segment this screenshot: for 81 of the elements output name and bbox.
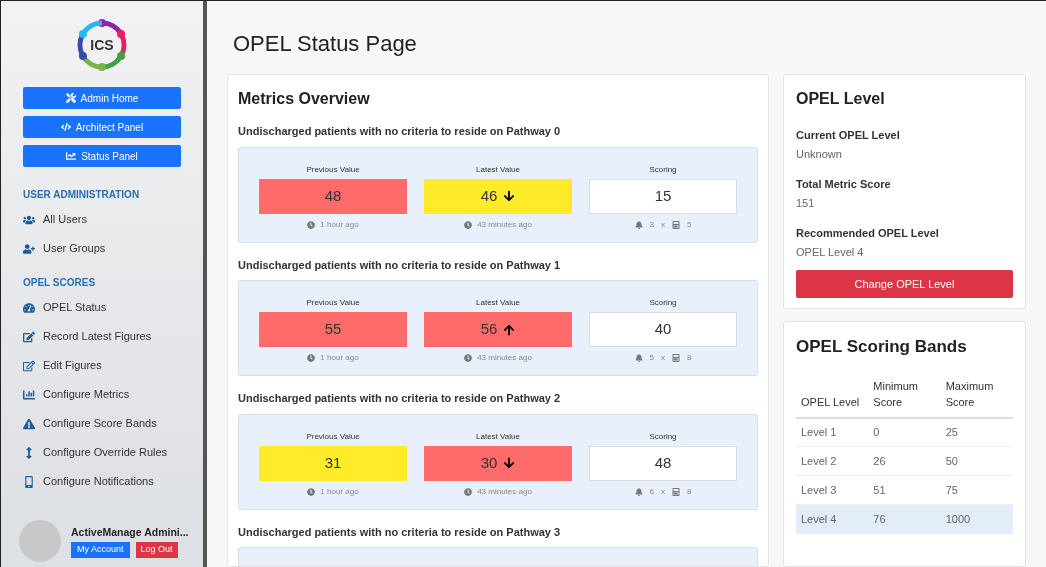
nav-link[interactable]: OPEL Status xyxy=(23,293,181,322)
field-value: Unknown xyxy=(796,146,843,162)
multiply-sign: x xyxy=(661,218,665,231)
metric-label: Undischarged patients with no criteria to reside on Pathway 2 xyxy=(238,391,562,406)
value-heading: Latest Value xyxy=(476,297,520,309)
table-cell: 51 xyxy=(868,475,941,505)
nav-link[interactable]: Record Latest Figures xyxy=(23,322,181,351)
card-title: Metrics Overview xyxy=(238,89,371,109)
table-cell: Level 2 xyxy=(796,446,869,476)
score-text: 8 xyxy=(687,485,692,498)
table-cell: 25 xyxy=(940,417,1013,447)
nav-link[interactable]: Configure Metrics xyxy=(23,380,181,409)
card-title: OPEL Level xyxy=(796,89,886,109)
user-name: ActiveManage Admini... xyxy=(71,524,189,539)
table-cell: Level 3 xyxy=(796,475,869,505)
page-title: OPEL Status Page xyxy=(233,30,418,58)
weight-text: 5 xyxy=(649,352,654,364)
time-text: 1 hour ago xyxy=(320,352,359,364)
value-text: 46 xyxy=(480,185,498,206)
score-box: 48 xyxy=(589,445,737,481)
metric-label: Undischarged patients with no criteria to reside on Pathway 3 xyxy=(238,524,562,540)
metric-label: Undischarged patients with no criteria to reside on Pathway 1 xyxy=(238,257,562,273)
time-text: 43 minutes ago xyxy=(477,352,532,364)
logout-button[interactable]: Log Out xyxy=(135,541,178,558)
nav-link[interactable]: Edit Figures xyxy=(23,351,181,380)
weight-text: 3 xyxy=(649,218,654,231)
section-heading: USER ADMINISTRATION xyxy=(23,187,141,202)
field-label: Total Metric Score xyxy=(796,177,892,192)
score-box: 40 xyxy=(589,312,737,347)
value-text: 48 xyxy=(324,185,342,206)
table-cell: 75 xyxy=(940,475,1013,505)
nav-button[interactable]: Architect Panel xyxy=(23,116,181,138)
nav-link[interactable]: Configure Score Bands xyxy=(23,409,181,438)
value-heading: Scoring xyxy=(649,297,677,309)
account-button[interactable]: My Account xyxy=(71,541,130,558)
time-text: 43 minutes ago xyxy=(477,218,532,231)
value-heading: Previous Value xyxy=(306,163,360,176)
table-cell: Level 1 xyxy=(796,417,869,447)
table-cell: 26 xyxy=(868,446,941,476)
time-text: 1 hour ago xyxy=(320,218,359,231)
value-heading: Scoring xyxy=(649,430,677,443)
value-heading: Previous Value xyxy=(306,297,360,309)
column-header: OPEL Level xyxy=(796,377,869,418)
table-cell: 0 xyxy=(868,417,941,447)
nav-button[interactable]: Status Panel xyxy=(23,145,181,167)
field-label: Recommended OPEL Level xyxy=(796,226,940,241)
score-text: 5 xyxy=(687,218,692,231)
section-heading: OPEL SCORES xyxy=(23,275,97,290)
column-header: Maximum Score xyxy=(940,377,1013,418)
column-header: Minimum Score xyxy=(868,377,941,418)
weight-text: 6 xyxy=(649,485,654,498)
multiply-sign: x xyxy=(661,352,665,364)
card-title: OPEL Scoring Bands xyxy=(796,336,968,358)
change-level-button[interactable]: Change OPEL Level xyxy=(796,270,1013,298)
value-text: 30 xyxy=(480,452,498,473)
table-cell: 50 xyxy=(940,446,1013,476)
value-text: 31 xyxy=(324,452,342,473)
multiply-sign: x xyxy=(661,485,665,498)
nav-link[interactable]: All Users xyxy=(23,205,181,234)
logo-text: ICS xyxy=(90,35,114,55)
score-box: 15 xyxy=(589,178,737,214)
nav-link[interactable]: Configure Override Rules xyxy=(23,438,181,467)
value-text: 55 xyxy=(324,319,342,340)
time-text: 43 minutes ago xyxy=(477,485,532,498)
value-heading: Scoring xyxy=(649,163,677,176)
field-value: 151 xyxy=(796,195,816,211)
value-text: 56 xyxy=(480,319,498,340)
nav-link[interactable]: User Groups xyxy=(23,234,181,263)
value-heading: Latest Value xyxy=(476,430,520,443)
value-heading: Previous Value xyxy=(306,430,360,443)
value-heading: Latest Value xyxy=(476,163,520,176)
table-cell: 1000 xyxy=(940,504,1013,534)
time-text: 1 hour ago xyxy=(320,485,359,498)
table-cell: 76 xyxy=(868,504,941,534)
table-cell: Level 4 xyxy=(796,504,869,534)
score-text: 8 xyxy=(687,352,692,364)
field-label: Current OPEL Level xyxy=(796,128,901,143)
nav-button[interactable]: Admin Home xyxy=(23,87,181,109)
metric-label: Undischarged patients with no criteria to reside on Pathway 0 xyxy=(238,124,562,139)
field-value: OPEL Level 4 xyxy=(796,244,865,260)
nav-link[interactable]: Configure Notifications xyxy=(23,467,181,496)
